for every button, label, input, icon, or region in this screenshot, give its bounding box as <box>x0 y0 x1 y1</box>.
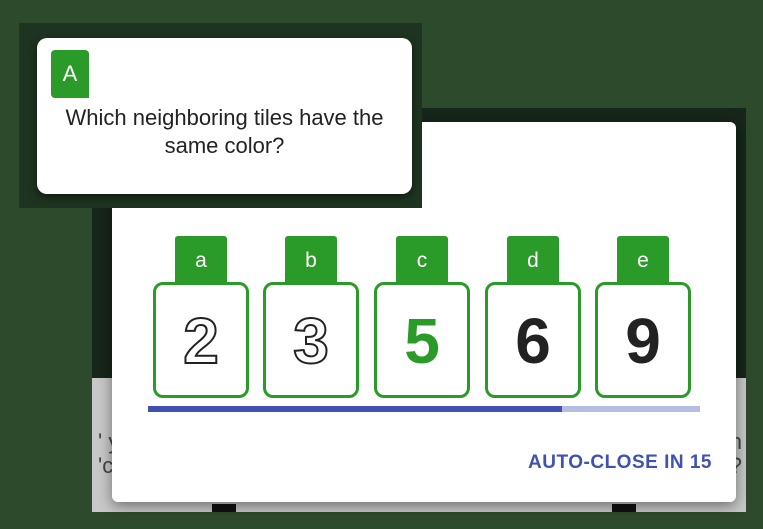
tile-digit: 2 <box>182 304 220 378</box>
auto-close-progress-fill <box>148 406 562 412</box>
tile-box[interactable]: 9 <box>595 282 691 398</box>
tile-label: a <box>175 236 227 286</box>
question-badge: A <box>51 50 89 98</box>
question-text: Which neighboring tiles have the same co… <box>65 105 384 158</box>
tile-digit: 5 <box>404 305 440 377</box>
auto-close-progress <box>148 406 700 412</box>
tile-box[interactable]: 5 <box>374 282 470 398</box>
tile-label: e <box>617 236 669 286</box>
tile-box[interactable]: 2 <box>153 282 249 398</box>
tile-label: c <box>396 236 448 286</box>
tile-box[interactable]: 6 <box>485 282 581 398</box>
background-foot-right <box>612 504 636 512</box>
tile-digit: 9 <box>625 305 661 377</box>
auto-close-button[interactable]: AUTO-CLOSE IN 15 <box>528 452 712 474</box>
tile-digit: 6 <box>515 305 551 377</box>
question-panel: A Which neighboring tiles have the same … <box>19 23 422 208</box>
tile-label: d <box>507 236 559 286</box>
question-card: A Which neighboring tiles have the same … <box>37 38 412 194</box>
background-foot-left <box>212 504 236 512</box>
tile-box[interactable]: 3 <box>263 282 359 398</box>
tile-label: b <box>285 236 337 286</box>
tile-digit: 3 <box>292 304 330 378</box>
